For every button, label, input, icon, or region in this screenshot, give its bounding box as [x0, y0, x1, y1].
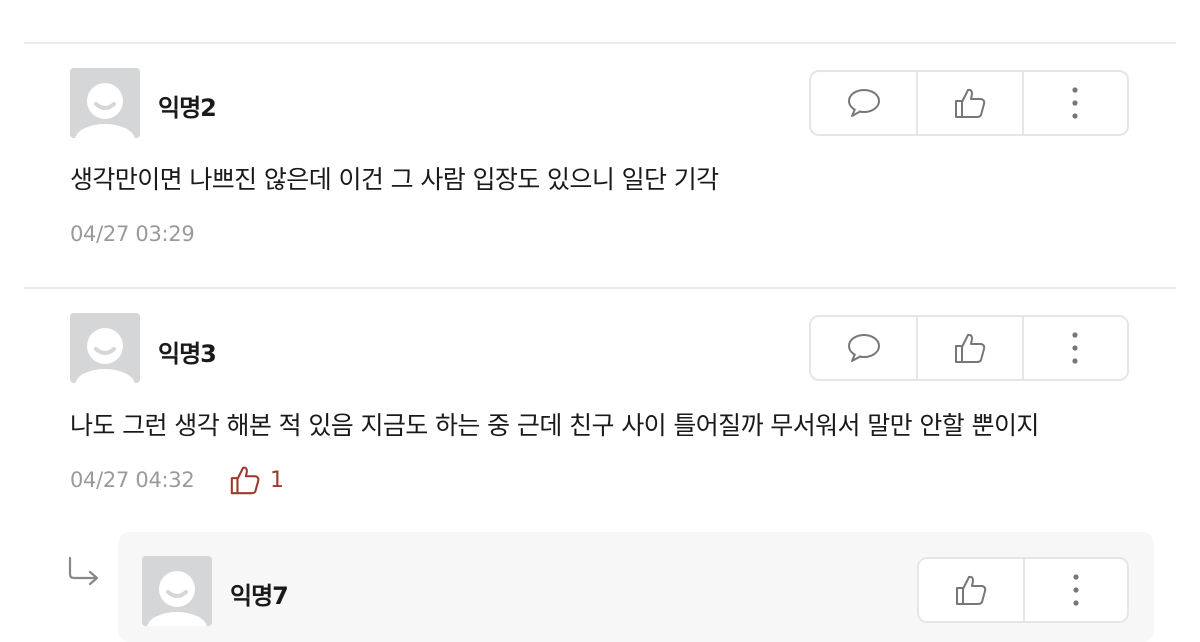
vertical-dots-icon: [1072, 87, 1078, 119]
speech-bubble-icon: [847, 334, 880, 362]
default-avatar-icon: [70, 313, 140, 383]
like-button[interactable]: [919, 559, 1023, 621]
comment-body: 나도 그런 생각 해본 적 있음 지금도 하는 중 근데 친구 사이 틀어질까 …: [70, 411, 1039, 440]
thumbs-up-icon: [955, 575, 987, 605]
speech-bubble-icon: [847, 89, 880, 117]
thumbs-up-icon: [230, 466, 260, 495]
default-avatar-icon: [70, 68, 140, 138]
comment-body: 생각만이면 나쁘진 않은데 이건 그 사람 입장도 있으니 일단 기각: [70, 165, 719, 194]
thumbs-up-icon: [955, 333, 986, 363]
more-options-button[interactable]: [1022, 559, 1127, 621]
avatar[interactable]: [70, 313, 140, 383]
avatar[interactable]: [70, 68, 140, 138]
reply-arrow-icon: [68, 556, 99, 586]
divider: [24, 287, 1176, 289]
reply-nickname: 익명7: [230, 582, 289, 610]
avatar[interactable]: [142, 556, 212, 626]
comment-timestamp: 04/27 04:32: [70, 468, 195, 492]
reply-comment-button[interactable]: [811, 317, 916, 379]
vertical-dots-icon: [1073, 574, 1079, 606]
thumbs-up-icon: [955, 88, 986, 118]
more-options-button[interactable]: [1021, 317, 1127, 379]
like-button[interactable]: [916, 317, 1021, 379]
comment-action-group: [809, 70, 1129, 136]
like-button[interactable]: [916, 72, 1021, 134]
vertical-dots-icon: [1072, 332, 1078, 364]
comment-nickname: 익명2: [158, 94, 217, 122]
reply-action-group: [917, 557, 1129, 623]
reply-comment-button[interactable]: [811, 72, 916, 134]
comment-timestamp: 04/27 03:29: [70, 222, 195, 246]
comment-action-group: [809, 315, 1129, 381]
default-avatar-icon: [142, 556, 212, 626]
comment-nickname: 익명3: [158, 340, 217, 368]
divider-top: [24, 42, 1176, 44]
like-count-value: 1: [270, 467, 284, 493]
more-options-button[interactable]: [1021, 72, 1127, 134]
like-count: 1: [228, 464, 284, 496]
